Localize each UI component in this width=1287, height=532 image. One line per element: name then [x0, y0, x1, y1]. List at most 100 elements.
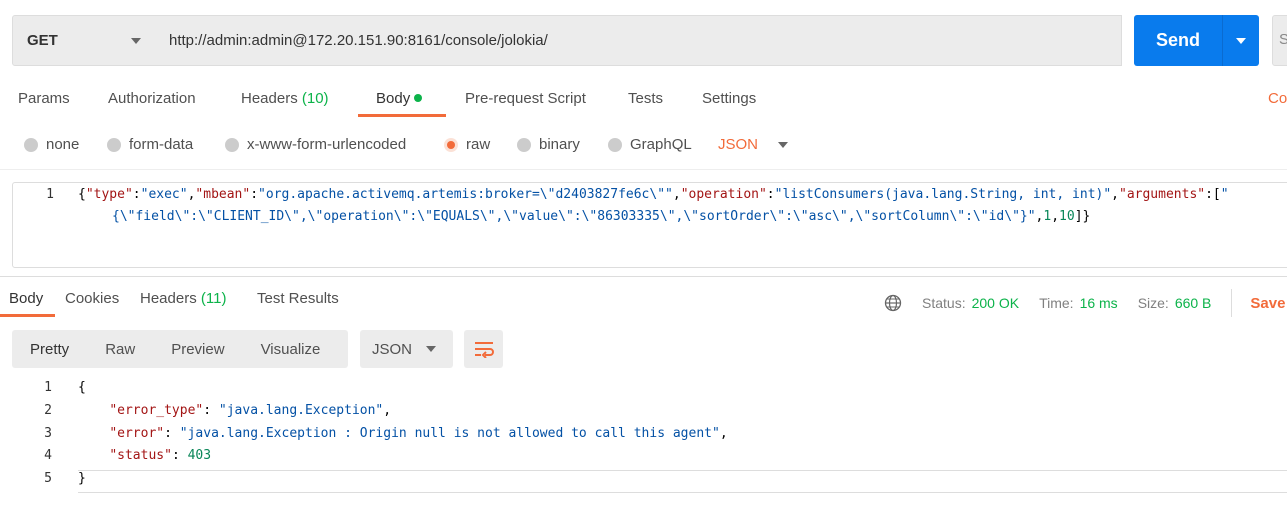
radio-label: none [46, 136, 80, 153]
code-token: "status" [109, 448, 172, 464]
line-number: 1 [44, 380, 52, 395]
size-value: 660 B [1174, 295, 1212, 311]
radio-graphql[interactable]: GraphQL [608, 136, 692, 153]
code-token: "mbean" [195, 187, 251, 202]
chevron-down-icon [778, 141, 789, 148]
view-mode-tabs: Pretty Raw Preview Visualize [12, 330, 348, 368]
code-token: :[ [1205, 187, 1221, 202]
tab-tests[interactable]: Tests [628, 90, 663, 107]
radio-none[interactable]: none [24, 136, 79, 153]
code-token: : [766, 187, 775, 202]
save-response-button[interactable]: Save R [1250, 295, 1287, 312]
code-token: : [250, 187, 259, 202]
code-token: "exec" [140, 187, 188, 202]
code-token: "operation" [680, 187, 767, 202]
radio-form-data[interactable]: form-data [107, 136, 193, 153]
divider [0, 169, 1287, 170]
format-value: JSON [372, 340, 413, 358]
tab-headers[interactable]: Headers (10) [241, 90, 329, 107]
code-token: "type" [85, 187, 133, 202]
tab-label: Headers [140, 290, 197, 307]
code-token: "error" [109, 425, 165, 441]
code-token: { [78, 187, 86, 202]
code-token: , [1111, 187, 1119, 202]
send-button[interactable]: Send [1134, 15, 1259, 66]
code-token: : [132, 187, 141, 202]
code-token: : [171, 448, 188, 464]
globe-icon[interactable] [884, 294, 902, 312]
view-preview[interactable]: Preview [153, 341, 242, 358]
resp-tab-body[interactable]: Body [9, 290, 43, 307]
resp-tab-cookies[interactable]: Cookies [65, 290, 119, 307]
code-line: "error": "java.lang.Exception : Origin n… [78, 425, 728, 441]
radio-label: x-www-form-urlencoded [247, 136, 407, 153]
view-raw[interactable]: Raw [87, 341, 153, 358]
code-token: "org.apache.activemq.artemis:broker=\"d2… [258, 187, 673, 202]
status-label: Status: [922, 295, 966, 311]
code-line: "status": 403 [78, 448, 211, 463]
code-line: } [78, 471, 86, 486]
radio-urlencoded[interactable]: x-www-form-urlencoded [225, 136, 406, 153]
code-token: } [78, 471, 86, 487]
tab-authorization[interactable]: Authorization [108, 90, 196, 107]
send-options-button[interactable] [1223, 37, 1259, 44]
wrap-lines-button[interactable] [464, 330, 503, 368]
view-visualize[interactable]: Visualize [243, 341, 339, 358]
line-number: 2 [44, 402, 52, 418]
line-number: 4 [44, 448, 52, 464]
active-tab-indicator [0, 314, 55, 317]
tab-params[interactable]: Params [18, 90, 70, 107]
code-token: : [164, 425, 180, 441]
view-pretty[interactable]: Pretty [12, 341, 87, 358]
tab-body[interactable]: Body [376, 90, 423, 107]
code-token: "listConsumers(java.lang.String, int, in… [774, 187, 1112, 202]
resp-tab-headers[interactable]: Headers (11) [140, 290, 226, 307]
chevron-down-icon [1236, 37, 1246, 44]
response-meta: Status: 200 OK Time: 16 ms Size: 660 B Save… [884, 289, 1287, 317]
code-token: 10 [1059, 209, 1075, 224]
url-value: http://admin:admin@172.20.151.90:8161/co… [169, 32, 548, 49]
body-format-select[interactable]: JSON [718, 136, 789, 153]
status-value: 200 OK [971, 295, 1020, 311]
tab-settings[interactable]: Settings [702, 90, 756, 107]
code-token: , [719, 425, 728, 441]
method-value: GET [27, 32, 58, 49]
code-token: , [672, 187, 681, 202]
current-line-highlight [78, 492, 1287, 493]
response-format-select[interactable]: JSON [360, 330, 453, 368]
radio-icon [517, 137, 531, 152]
cookies-link[interactable]: Co [1268, 90, 1287, 107]
code-token: , [383, 402, 392, 418]
radio-binary[interactable]: binary [517, 136, 580, 153]
format-value: JSON [718, 136, 759, 153]
resp-tab-test-results[interactable]: Test Results [257, 290, 339, 307]
method-select[interactable]: GET [12, 15, 156, 66]
chevron-down-icon [426, 346, 437, 352]
radio-selected-icon [444, 137, 458, 152]
url-input[interactable]: http://admin:admin@172.20.151.90:8161/co… [155, 15, 1122, 66]
code-line: {"type":"exec","mbean":"org.apache.activ… [78, 187, 1229, 202]
chevron-down-icon [131, 38, 141, 44]
line-number: 3 [44, 425, 52, 441]
time-label: Time: [1039, 295, 1074, 311]
code-token: 403 [187, 448, 212, 464]
radio-raw[interactable]: raw [444, 136, 490, 153]
radio-icon [24, 137, 38, 152]
radio-label: GraphQL [630, 136, 692, 153]
code-token: "java.lang.Exception" [218, 402, 384, 418]
code-line: { [78, 380, 86, 395]
divider [1231, 289, 1233, 317]
radio-icon [107, 137, 121, 152]
code-token: { [78, 380, 86, 395]
current-line-highlight [78, 470, 1287, 471]
tab-label: Headers [241, 90, 298, 107]
save-button[interactable]: S [1272, 15, 1287, 66]
code-line: "error_type": "java.lang.Exception", [78, 403, 391, 418]
code-line: {\"field\":\"CLIENT_ID\",\"operation\":\… [112, 209, 1090, 224]
tab-label: Body [376, 90, 411, 107]
tab-pre-request-script[interactable]: Pre-request Script [465, 90, 586, 107]
code-token: ]} [1074, 209, 1091, 224]
